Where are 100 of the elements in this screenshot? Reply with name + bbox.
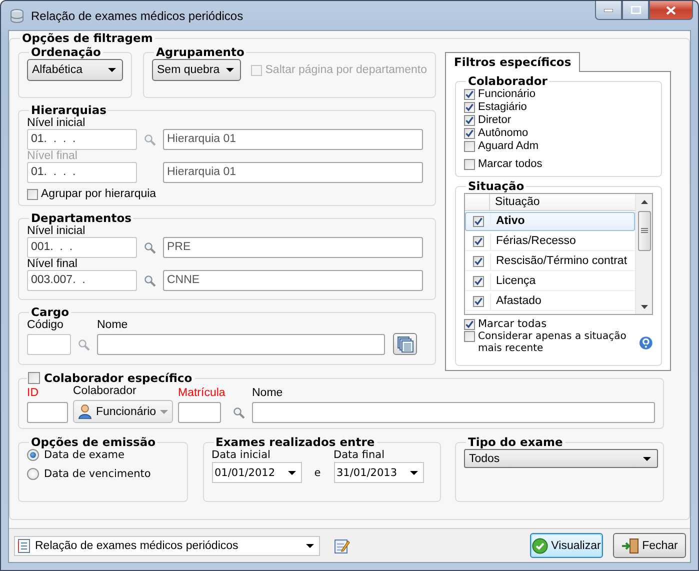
checkbox-label: Saltar página por departamento xyxy=(265,64,427,76)
date-picker[interactable]: 01/01/2012 xyxy=(212,462,302,483)
group-title: Exames realizados entre xyxy=(214,435,376,449)
checkbox-label: Agrupar por hierarquia xyxy=(41,188,156,200)
dropdown-arrow-icon xyxy=(410,470,418,474)
dropdown-arrow-icon xyxy=(108,68,116,72)
dropdown-arrow-icon xyxy=(288,470,296,474)
code-field[interactable]: 003.007. . xyxy=(27,270,137,291)
list-button[interactable] xyxy=(393,333,417,355)
field-label: Matrícula xyxy=(178,387,226,399)
radio-label: Data de exame xyxy=(44,449,124,461)
checkbox[interactable] xyxy=(472,216,484,227)
input-field[interactable] xyxy=(27,334,71,355)
group-title: Opções de emissão xyxy=(30,435,156,449)
group-title: Cargo xyxy=(30,305,70,319)
field-label: Nome xyxy=(97,319,129,331)
dropdown-arrow-icon xyxy=(226,68,234,72)
checkbox[interactable] xyxy=(464,128,475,139)
checkbox[interactable] xyxy=(464,141,475,152)
name-field[interactable]: Hierarquia 01 xyxy=(163,129,423,150)
checkbox-label: Aguard Adm xyxy=(478,140,539,153)
table-cell-text: Ativo xyxy=(495,214,525,229)
code-field[interactable]: 001. . . xyxy=(27,237,137,258)
tab[interactable]: Filtros específicos xyxy=(445,52,580,72)
radio-button[interactable] xyxy=(27,468,39,480)
dropdown-arrow-icon xyxy=(160,410,168,414)
checkbox-label: Diretor xyxy=(478,114,512,127)
group-title: Tipo do exame xyxy=(467,435,564,449)
minimize-button[interactable] xyxy=(595,1,622,20)
group-title: Opções de filtragem xyxy=(21,31,154,45)
search-icon[interactable] xyxy=(144,134,156,146)
scroll-thumb[interactable] xyxy=(638,211,650,251)
input-field[interactable] xyxy=(27,402,68,423)
checkbox-label: Marcar todas xyxy=(478,318,547,330)
grouping-dropdown[interactable]: Sem quebra xyxy=(152,59,242,81)
checkbox[interactable] xyxy=(27,188,38,200)
checkbox-label: Funcionário xyxy=(478,88,536,101)
input-field[interactable] xyxy=(252,402,655,423)
edit-icon[interactable] xyxy=(334,538,350,554)
table-cell-text: Rescisão/Término contrat xyxy=(495,254,628,269)
column-header: Situação xyxy=(494,195,540,210)
checkbox[interactable] xyxy=(464,115,475,126)
checkbox[interactable] xyxy=(464,102,475,113)
search-icon[interactable] xyxy=(144,242,156,254)
window-title: Relação de exames médicos periódicos xyxy=(31,9,244,23)
group-title: Colaborador xyxy=(467,74,548,88)
report-dropdown[interactable]: Relação de exames médicos periódicos xyxy=(14,536,320,556)
group-title: Hierarquias xyxy=(30,103,108,117)
table-row[interactable]: Afastado xyxy=(465,292,635,311)
field-label: Colaborador xyxy=(73,385,138,397)
checkbox[interactable] xyxy=(464,318,475,330)
search-icon[interactable] xyxy=(144,274,156,286)
checkbox[interactable] xyxy=(472,276,484,287)
checkbox[interactable] xyxy=(464,331,475,342)
help-icon[interactable] xyxy=(639,336,653,350)
table-row[interactable]: Ativo xyxy=(465,212,635,231)
group-title: Agrupamento xyxy=(155,45,246,59)
search-icon[interactable] xyxy=(232,407,245,419)
maximize-icon xyxy=(630,6,640,14)
table-cell-text: Afastado xyxy=(495,294,542,309)
checkbox[interactable] xyxy=(464,89,475,100)
exam-type-dropdown[interactable]: Todos xyxy=(464,449,658,468)
group-title: Colaborador específico xyxy=(44,371,192,385)
checkbox[interactable] xyxy=(464,158,475,170)
close-button[interactable]: Fechar xyxy=(613,533,686,558)
maximize-button[interactable] xyxy=(622,1,649,20)
ordering-dropdown[interactable]: Alfabética xyxy=(27,59,123,81)
name-field[interactable]: PRE xyxy=(163,237,423,258)
table-row[interactable]: Licença xyxy=(465,272,635,291)
table-row[interactable]: Férias/Recesso xyxy=(465,232,635,251)
table-cell-text: Licença xyxy=(495,274,536,289)
minimize-icon xyxy=(604,8,613,12)
checkbox[interactable] xyxy=(472,236,484,247)
table-row[interactable]: Rescisão/Término contrat xyxy=(465,252,635,271)
code-field[interactable]: 01. . . . xyxy=(27,129,137,150)
collaborator-dropdown[interactable]: Funcionário xyxy=(73,400,173,423)
scroll-down-icon xyxy=(640,305,648,309)
checkbox-label: Estagiário xyxy=(478,101,527,114)
checkbox[interactable] xyxy=(472,256,484,267)
field-label: Nome xyxy=(252,387,284,399)
preview-button[interactable]: Visualizar xyxy=(530,533,603,558)
person-icon xyxy=(78,404,92,419)
scrollbar[interactable] xyxy=(635,194,652,314)
radio-label: Data de vencimento xyxy=(44,468,151,480)
check-circle-icon xyxy=(532,538,548,554)
input-field[interactable] xyxy=(97,334,385,355)
checkbox[interactable] xyxy=(472,296,484,307)
input-field[interactable] xyxy=(178,402,221,423)
group-title: Ordenação xyxy=(30,45,102,59)
grip-icon xyxy=(640,228,648,234)
close-button[interactable] xyxy=(649,1,693,20)
name-field[interactable]: CNNE xyxy=(163,270,423,291)
field-label: Data inicial xyxy=(212,449,272,461)
close-icon xyxy=(666,6,676,14)
checkbox[interactable] xyxy=(28,372,40,384)
search-icon[interactable] xyxy=(78,339,90,351)
field-label: Nível inicial xyxy=(27,117,86,129)
group-title: Situação xyxy=(467,179,526,193)
radio-button[interactable] xyxy=(27,449,39,461)
date-picker[interactable]: 31/01/2013 xyxy=(334,462,424,483)
